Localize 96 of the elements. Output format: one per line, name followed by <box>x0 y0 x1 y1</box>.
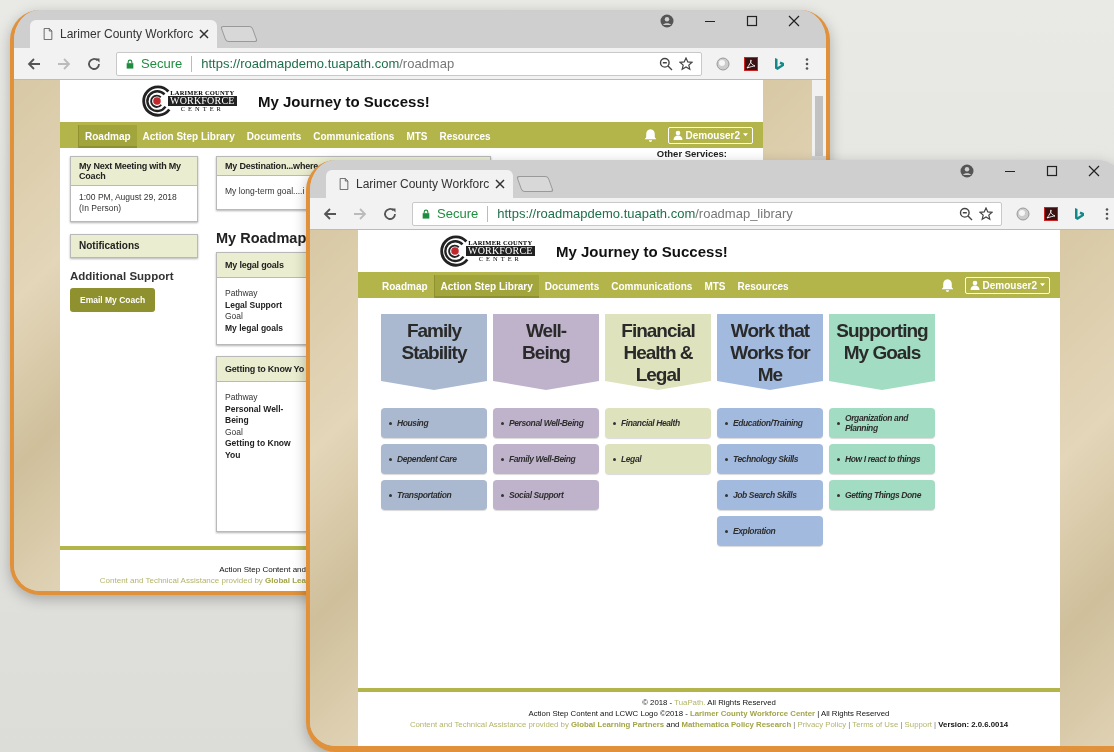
meeting-text: (In Person) <box>79 203 123 214</box>
bullet-icon <box>837 421 840 425</box>
action-step-button[interactable]: Housing <box>381 408 487 438</box>
action-step-button[interactable]: Personal Well-Being <box>493 408 599 438</box>
logo-text: WORKFORCE <box>168 96 237 106</box>
field-value: Getting to Know You <box>225 438 292 461</box>
page-icon <box>338 178 350 190</box>
footer-text: Content and Technical Assistance provided by <box>99 576 263 585</box>
field-label: Goal <box>225 311 243 323</box>
zoom-out-icon[interactable] <box>659 56 673 71</box>
card-text: My long-term goal....i <box>225 186 306 197</box>
browser-tab[interactable]: Larimer County Workforc <box>30 20 218 48</box>
star-icon[interactable] <box>979 206 993 221</box>
account-icon[interactable] <box>960 164 974 178</box>
field-label: Pathway <box>225 288 258 300</box>
section-heading: My Roadmap <box>216 230 307 246</box>
close-tab-icon[interactable] <box>495 179 506 189</box>
pdf-icon[interactable] <box>744 56 758 71</box>
close-icon[interactable] <box>1088 165 1100 177</box>
bullet-icon <box>725 493 728 497</box>
meeting-text: 1:00 PM, August 29, 2018 <box>79 192 178 203</box>
account-icon[interactable] <box>660 14 674 28</box>
action-step-button[interactable]: Social Support <box>493 480 599 510</box>
field-value: Legal Support <box>225 299 283 311</box>
person-icon <box>672 130 683 140</box>
bullet-icon <box>501 493 504 497</box>
action-step-button[interactable]: Getting Things Done <box>829 480 935 510</box>
back-arrow-icon[interactable] <box>26 55 42 72</box>
maximize-icon[interactable] <box>746 15 758 27</box>
scrollbar[interactable] <box>812 80 826 156</box>
field-label: Goal <box>225 426 243 438</box>
lock-icon <box>125 58 135 69</box>
action-step-button[interactable]: Organization and Planning <box>829 408 935 438</box>
footer-text: Action Step Content and <box>219 565 306 574</box>
bullet-icon <box>725 421 728 425</box>
address-bar[interactable]: Secure https://roadmapdemo.tuapath.com/roadmap <box>116 51 702 76</box>
bullet-icon <box>837 493 840 497</box>
maximize-icon[interactable] <box>1046 165 1058 177</box>
address-bar[interactable]: Secure https://roadmapdemo.tuapath.com/roadmap_library <box>412 201 1002 226</box>
bullet-icon <box>389 421 392 425</box>
bing-icon[interactable] <box>1072 206 1086 221</box>
star-icon[interactable] <box>679 56 693 71</box>
action-step-button[interactable]: Exploration <box>717 516 823 546</box>
action-step-button[interactable]: Transportation <box>381 480 487 510</box>
bullet-icon <box>613 457 616 461</box>
close-tab-icon[interactable] <box>199 29 210 39</box>
action-step-button[interactable]: How I react to things <box>829 444 935 474</box>
logo-text: WORKFORCE <box>466 246 535 256</box>
action-step-button[interactable]: Legal <box>605 444 711 474</box>
action-step-button[interactable]: Family Well-Being <box>493 444 599 474</box>
bullet-icon <box>725 529 728 533</box>
action-step-button[interactable]: Education/Training <box>717 408 823 438</box>
category-banner[interactable]: Family Stability <box>381 314 487 390</box>
bullet-icon <box>389 493 392 497</box>
bing-icon[interactable] <box>772 56 786 71</box>
bullet-icon <box>837 457 840 461</box>
person-icon <box>969 280 980 290</box>
email-coach-button[interactable]: Email My Coach <box>70 288 156 312</box>
action-step-button[interactable]: Financial Health <box>605 408 711 438</box>
url-text: https://roadmapdemo.tuapath.com/roadmap <box>201 56 455 71</box>
pdf-icon[interactable] <box>1044 206 1058 221</box>
category-banner[interactable]: Well- Being <box>493 314 599 390</box>
scroll-thumb[interactable] <box>815 96 823 156</box>
bullet-icon <box>389 457 392 461</box>
page-title: My Journey to Success! <box>556 242 728 260</box>
url-text: https://roadmapdemo.tuapath.com/roadmap_library <box>497 206 793 221</box>
action-step-button[interactable]: Dependent Care <box>381 444 487 474</box>
section-heading: Other Services: <box>656 149 727 159</box>
card-title: My Next Meeting with My Coach <box>71 157 197 186</box>
reload-icon[interactable] <box>382 205 398 222</box>
page-title: My Journey to Success! <box>258 92 430 110</box>
bullet-icon <box>501 457 504 461</box>
zoom-out-icon[interactable] <box>959 206 973 221</box>
caret-icon <box>743 133 748 137</box>
category-banner[interactable]: Supporting My Goals <box>829 314 935 390</box>
notifications-card[interactable]: Notifications <box>70 234 198 258</box>
field-label: Pathway <box>225 392 258 404</box>
reload-icon[interactable] <box>86 55 102 72</box>
section-heading: Additional Support <box>70 270 174 282</box>
browser-tab[interactable]: Larimer County Workforc <box>326 170 514 198</box>
caret-icon <box>1040 283 1045 287</box>
lock-icon <box>421 208 431 219</box>
secure-label: Secure <box>437 206 479 221</box>
field-value: My legal goals <box>225 322 284 334</box>
back-arrow-icon[interactable] <box>322 205 338 222</box>
action-step-button[interactable]: Job Search Skills <box>717 480 823 510</box>
field-value: Personal Well-Being <box>225 403 285 427</box>
bullet-icon <box>725 457 728 461</box>
page-icon <box>42 28 54 40</box>
secure-label: Secure <box>141 56 183 71</box>
category-banner[interactable]: Financial Health & Legal <box>605 314 711 390</box>
category-banner[interactable]: Work that Works for Me <box>717 314 823 390</box>
action-step-button[interactable]: Technology Skills <box>717 444 823 474</box>
close-icon[interactable] <box>788 15 800 27</box>
bullet-icon <box>501 421 504 425</box>
bullet-icon <box>613 421 616 425</box>
